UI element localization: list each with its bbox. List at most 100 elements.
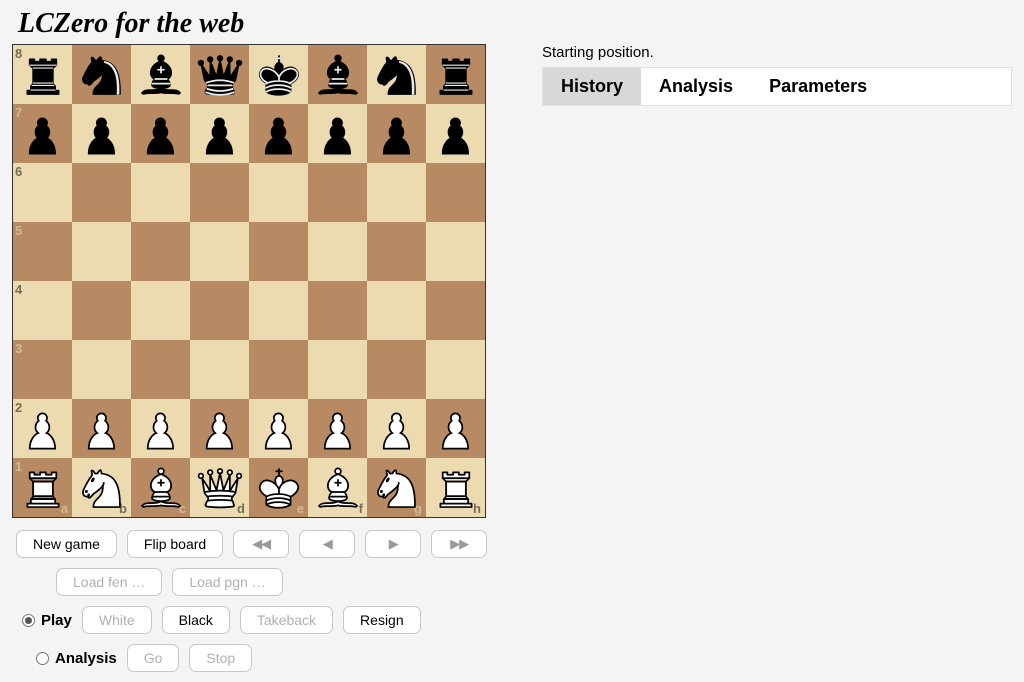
square-b4[interactable] — [72, 281, 131, 340]
black-bishop-icon — [308, 45, 367, 104]
nav-next-button[interactable]: ▶ — [365, 530, 421, 558]
square-a1[interactable]: 1a — [13, 458, 72, 517]
square-c8[interactable] — [131, 45, 190, 104]
radio-icon — [36, 652, 49, 665]
square-b2[interactable] — [72, 399, 131, 458]
square-a5[interactable]: 5 — [13, 222, 72, 281]
black-button[interactable]: Black — [162, 606, 230, 634]
square-h6[interactable] — [426, 163, 485, 222]
tab-parameters[interactable]: Parameters — [751, 68, 885, 105]
square-g7[interactable] — [367, 104, 426, 163]
white-pawn-icon — [13, 399, 72, 458]
square-c3[interactable] — [131, 340, 190, 399]
black-pawn-icon — [72, 104, 131, 163]
square-f2[interactable] — [308, 399, 367, 458]
nav-last-button[interactable]: ▶▶ — [431, 530, 487, 558]
square-c4[interactable] — [131, 281, 190, 340]
rank-label: 5 — [15, 223, 22, 238]
square-d4[interactable] — [190, 281, 249, 340]
square-e7[interactable] — [249, 104, 308, 163]
square-h2[interactable] — [426, 399, 485, 458]
white-button[interactable]: White — [82, 606, 152, 634]
square-b6[interactable] — [72, 163, 131, 222]
square-c2[interactable] — [131, 399, 190, 458]
square-g2[interactable] — [367, 399, 426, 458]
nav-first-button[interactable]: ◀◀ — [233, 530, 289, 558]
square-b8[interactable] — [72, 45, 131, 104]
square-b7[interactable] — [72, 104, 131, 163]
square-e5[interactable] — [249, 222, 308, 281]
square-c6[interactable] — [131, 163, 190, 222]
square-h4[interactable] — [426, 281, 485, 340]
square-e6[interactable] — [249, 163, 308, 222]
square-f1[interactable]: f — [308, 458, 367, 517]
square-a6[interactable]: 6 — [13, 163, 72, 222]
square-h8[interactable] — [426, 45, 485, 104]
square-a3[interactable]: 3 — [13, 340, 72, 399]
square-h5[interactable] — [426, 222, 485, 281]
square-e2[interactable] — [249, 399, 308, 458]
load-fen-button[interactable]: Load fen … — [56, 568, 162, 596]
square-f8[interactable] — [308, 45, 367, 104]
square-e3[interactable] — [249, 340, 308, 399]
mode-play-radio[interactable]: Play — [22, 612, 72, 629]
white-rook-icon — [13, 458, 72, 517]
rank-label: 4 — [15, 282, 22, 297]
mode-analysis-radio[interactable]: Analysis — [36, 650, 117, 667]
square-d5[interactable] — [190, 222, 249, 281]
square-f3[interactable] — [308, 340, 367, 399]
flip-board-button[interactable]: Flip board — [127, 530, 223, 558]
stop-button[interactable]: Stop — [189, 644, 252, 672]
black-knight-icon — [367, 45, 426, 104]
square-d7[interactable] — [190, 104, 249, 163]
page-title: LCZero for the web — [0, 0, 1024, 44]
square-f6[interactable] — [308, 163, 367, 222]
square-d8[interactable] — [190, 45, 249, 104]
square-c5[interactable] — [131, 222, 190, 281]
chess-board[interactable]: 8765 4 321abcdefgh — [12, 44, 486, 518]
black-pawn-icon — [13, 104, 72, 163]
square-b5[interactable] — [72, 222, 131, 281]
square-f4[interactable] — [308, 281, 367, 340]
go-button[interactable]: Go — [127, 644, 180, 672]
white-pawn-icon — [426, 399, 485, 458]
black-pawn-icon — [367, 104, 426, 163]
new-game-button[interactable]: New game — [16, 530, 117, 558]
square-c1[interactable]: c — [131, 458, 190, 517]
square-g3[interactable] — [367, 340, 426, 399]
square-b1[interactable]: b — [72, 458, 131, 517]
square-e4[interactable] — [249, 281, 308, 340]
square-d2[interactable] — [190, 399, 249, 458]
black-king-icon — [249, 45, 308, 104]
square-g6[interactable] — [367, 163, 426, 222]
load-pgn-button[interactable]: Load pgn … — [172, 568, 282, 596]
square-c7[interactable] — [131, 104, 190, 163]
square-b3[interactable] — [72, 340, 131, 399]
square-g8[interactable] — [367, 45, 426, 104]
square-a8[interactable]: 8 — [13, 45, 72, 104]
square-f7[interactable] — [308, 104, 367, 163]
nav-prev-button[interactable]: ◀ — [299, 530, 355, 558]
square-g5[interactable] — [367, 222, 426, 281]
square-h3[interactable] — [426, 340, 485, 399]
white-knight-icon — [367, 458, 426, 517]
square-a4[interactable]: 4 — [13, 281, 72, 340]
square-d3[interactable] — [190, 340, 249, 399]
square-a7[interactable]: 7 — [13, 104, 72, 163]
white-pawn-icon — [72, 399, 131, 458]
square-g1[interactable]: g — [367, 458, 426, 517]
square-f5[interactable] — [308, 222, 367, 281]
takeback-button[interactable]: Takeback — [240, 606, 333, 634]
square-h1[interactable]: h — [426, 458, 485, 517]
square-e8[interactable] — [249, 45, 308, 104]
resign-button[interactable]: Resign — [343, 606, 421, 634]
square-d6[interactable] — [190, 163, 249, 222]
square-d1[interactable]: d — [190, 458, 249, 517]
square-a2[interactable]: 2 — [13, 399, 72, 458]
tab-analysis[interactable]: Analysis — [641, 68, 751, 105]
black-pawn-icon — [190, 104, 249, 163]
square-h7[interactable] — [426, 104, 485, 163]
square-g4[interactable] — [367, 281, 426, 340]
square-e1[interactable]: e — [249, 458, 308, 517]
tab-history[interactable]: History — [543, 68, 641, 105]
